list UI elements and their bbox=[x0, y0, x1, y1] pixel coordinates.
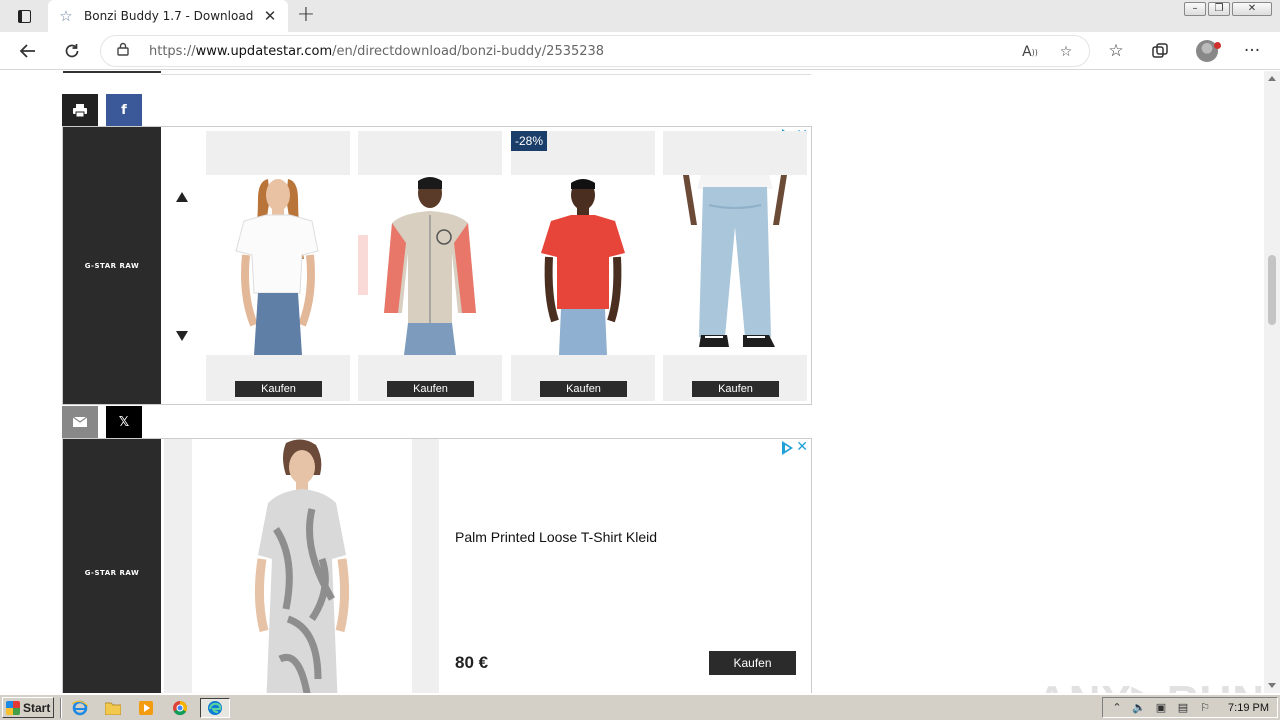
active-tab[interactable]: ☆ Bonzi Buddy 1.7 - Download ✕ bbox=[48, 0, 288, 32]
kaufen-button[interactable]: Kaufen bbox=[709, 651, 796, 675]
carousel-up-arrow-icon[interactable] bbox=[176, 192, 188, 202]
scroll-down-arrow-icon[interactable] bbox=[1268, 683, 1276, 688]
page-scrollbar[interactable] bbox=[1264, 71, 1280, 693]
collections-icon[interactable] bbox=[1145, 36, 1175, 66]
read-aloud-icon[interactable]: A)) bbox=[1017, 39, 1043, 65]
email-share-button[interactable] bbox=[62, 406, 98, 438]
brand-logo: G-STAR RAW bbox=[63, 439, 161, 693]
kaufen-button[interactable]: Kaufen bbox=[387, 381, 474, 397]
product-card[interactable]: Kaufen bbox=[206, 131, 350, 401]
print-button[interactable] bbox=[62, 94, 98, 126]
show-hidden-icons-icon[interactable]: ⌃ bbox=[1109, 701, 1125, 715]
dress-product-image[interactable] bbox=[192, 439, 412, 693]
url-text: https://www.updatestar.com/en/directdown… bbox=[149, 44, 604, 59]
single-product-ad[interactable]: G-STAR RAW ✕ Palm Printed Loose T-Shirt … bbox=[62, 438, 812, 693]
window-controls: – ❐ ✕ bbox=[1184, 2, 1272, 16]
product-image-placeholder bbox=[663, 131, 807, 175]
page-viewport: f G-STAR RAW ✕ bbox=[0, 71, 1264, 693]
taskbar-separator bbox=[60, 698, 62, 718]
browser-toolbar: https://www.updatestar.com/en/directdown… bbox=[0, 32, 1280, 70]
facebook-share-button[interactable]: f bbox=[106, 94, 142, 126]
brand-logo: G-STAR RAW bbox=[63, 127, 161, 404]
display-icon[interactable]: ▤ bbox=[1175, 701, 1191, 715]
tab-close-icon[interactable]: ✕ bbox=[262, 7, 278, 25]
more-options-icon[interactable]: ··· bbox=[1237, 36, 1267, 66]
network-icon[interactable]: ▣ bbox=[1153, 701, 1169, 715]
url-path: /en/directdownload/bonzi-buddy/2535238 bbox=[332, 43, 605, 59]
envelope-icon bbox=[73, 417, 87, 427]
new-tab-button[interactable]: + bbox=[294, 4, 318, 28]
restore-icon[interactable]: ❐ bbox=[1208, 2, 1230, 16]
product-card[interactable]: Kaufen bbox=[663, 131, 807, 401]
back-arrow-icon[interactable] bbox=[13, 36, 43, 66]
url-scheme: https:// bbox=[149, 43, 196, 59]
tab-title: Bonzi Buddy 1.7 - Download bbox=[84, 9, 254, 23]
product-card[interactable]: -28% Kaufen bbox=[485, 131, 655, 401]
x-share-button[interactable]: 𝕏 bbox=[106, 406, 142, 438]
url-host: www.updatestar.com bbox=[195, 43, 333, 59]
window-close-icon[interactable]: ✕ bbox=[1232, 2, 1272, 16]
minimize-icon[interactable]: – bbox=[1184, 2, 1206, 16]
tab-strip: ☆ Bonzi Buddy 1.7 - Download ✕ + – ❐ ✕ bbox=[0, 0, 1280, 32]
action-center-flag-icon[interactable]: ⚐ bbox=[1197, 701, 1213, 715]
start-button[interactable]: Start bbox=[2, 697, 54, 718]
product-image[interactable] bbox=[485, 175, 655, 355]
scrollbar-thumb[interactable] bbox=[1268, 255, 1276, 325]
discount-badge: -28% bbox=[511, 131, 548, 151]
system-tray: ⌃ 🔈 ▣ ▤ ⚐ 7:19 PM bbox=[1102, 697, 1278, 718]
product-image[interactable] bbox=[328, 175, 502, 355]
product-title[interactable]: Palm Printed Loose T-Shirt Kleid bbox=[455, 529, 657, 545]
add-favorite-icon[interactable]: ☆ bbox=[1053, 39, 1079, 65]
address-bar[interactable]: https://www.updatestar.com/en/directdown… bbox=[100, 35, 1090, 67]
refresh-icon[interactable] bbox=[57, 36, 87, 66]
scroll-up-arrow-icon[interactable] bbox=[1268, 76, 1276, 81]
image-gutter-right bbox=[412, 439, 439, 693]
product-image[interactable] bbox=[206, 175, 350, 355]
file-explorer-icon[interactable] bbox=[102, 698, 124, 718]
chrome-icon[interactable] bbox=[169, 698, 191, 718]
windows-taskbar: Start ⌃ 🔈 ▣ ▤ ⚐ 7:19 PM bbox=[0, 694, 1280, 720]
edge-taskbar-button[interactable] bbox=[200, 698, 230, 718]
product-image-placeholder bbox=[206, 131, 350, 175]
lock-icon[interactable] bbox=[117, 42, 137, 60]
previous-block-divider bbox=[161, 74, 811, 75]
x-logo-icon: 𝕏 bbox=[118, 414, 130, 430]
product-card[interactable]: Kaufen bbox=[328, 131, 502, 401]
kaufen-button[interactable]: Kaufen bbox=[692, 381, 779, 397]
tab-actions-button[interactable] bbox=[8, 6, 40, 26]
media-player-icon[interactable] bbox=[135, 698, 157, 718]
edge-icon bbox=[208, 701, 222, 715]
product-price: 80 € bbox=[455, 653, 489, 672]
facebook-icon: f bbox=[121, 102, 127, 118]
product-carousel-ad[interactable]: G-STAR RAW ✕ Kaufen bbox=[62, 126, 812, 405]
favorites-icon[interactable]: ☆ bbox=[1101, 36, 1131, 66]
windows-logo-icon bbox=[6, 700, 20, 715]
product-image-placeholder bbox=[358, 131, 502, 175]
kaufen-button[interactable]: Kaufen bbox=[540, 381, 627, 397]
printer-icon bbox=[73, 103, 87, 117]
anyrun-watermark: ANY▷RUN bbox=[1036, 676, 1264, 693]
carousel-down-arrow-icon[interactable] bbox=[176, 331, 188, 341]
internet-explorer-icon[interactable] bbox=[69, 698, 91, 718]
start-label: Start bbox=[23, 700, 51, 715]
adchoices-icon[interactable] bbox=[782, 441, 793, 455]
taskbar-clock[interactable]: 7:19 PM bbox=[1228, 702, 1269, 714]
previous-block-edge bbox=[63, 71, 161, 73]
volume-icon[interactable]: 🔈 bbox=[1131, 701, 1147, 715]
tab-actions-icon bbox=[17, 9, 31, 23]
profile-avatar[interactable] bbox=[1196, 40, 1221, 62]
product-image[interactable] bbox=[663, 175, 807, 355]
star-favicon-icon: ☆ bbox=[59, 7, 73, 25]
image-gutter-left bbox=[164, 439, 192, 693]
ad-close-icon[interactable]: ✕ bbox=[796, 439, 808, 455]
kaufen-button[interactable]: Kaufen bbox=[235, 381, 322, 397]
